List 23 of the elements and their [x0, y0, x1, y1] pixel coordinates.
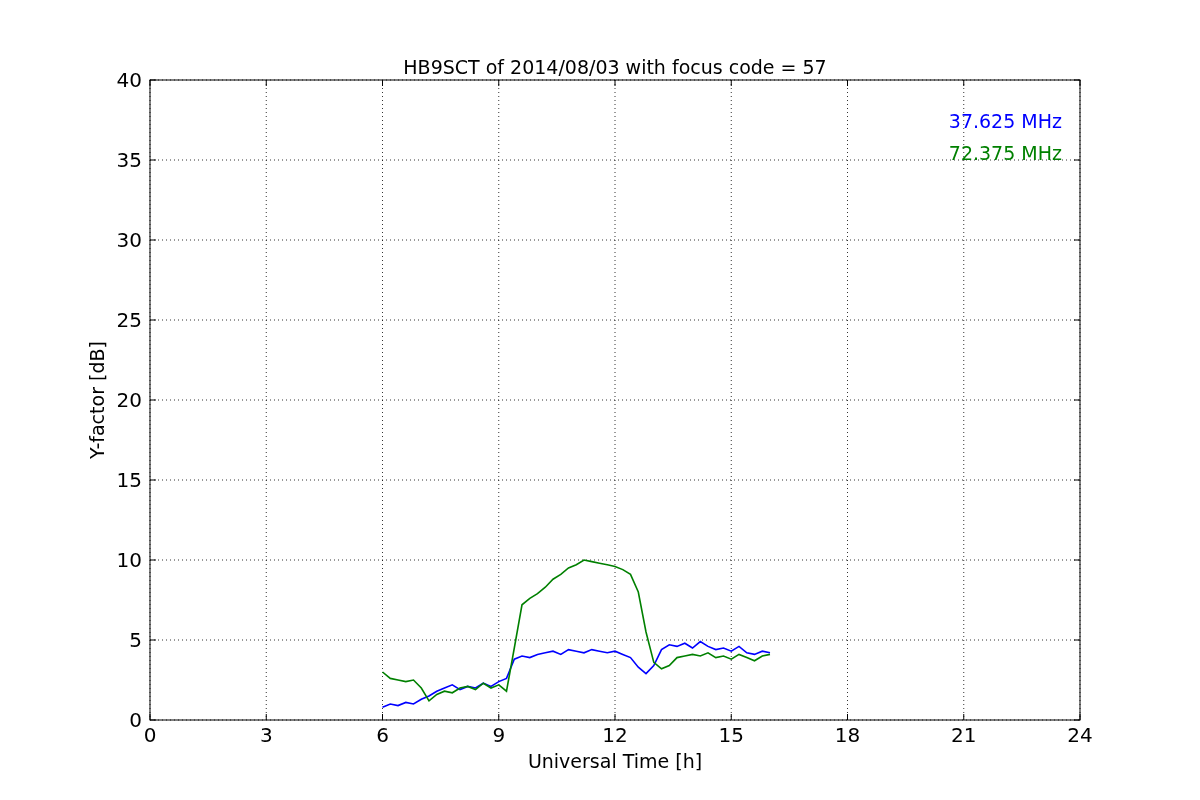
- tick-label: 18: [834, 723, 861, 747]
- tick-label: 12: [602, 723, 628, 747]
- axis-title: Y-factor [dB]: [86, 341, 108, 459]
- tick-label: 5: [129, 628, 142, 652]
- tick-label: 40: [116, 68, 142, 92]
- tick-label: 25: [116, 308, 142, 332]
- tick-label: 15: [116, 468, 142, 492]
- tick-label: 0: [143, 723, 157, 747]
- chart-title: HB9SCT of 2014/08/03 with focus code = 57: [403, 56, 827, 78]
- tick-label: 30: [116, 228, 142, 252]
- tick-label: 0: [129, 708, 142, 732]
- tick-label: 6: [376, 723, 389, 747]
- axis-title: Universal Time [h]: [527, 750, 703, 772]
- tick-label: 24: [1067, 723, 1093, 747]
- legend-label: 37.625 MHz: [948, 110, 1062, 132]
- tick-label: 20: [116, 388, 142, 412]
- tick-label: 15: [718, 723, 744, 747]
- tick-label: 21: [951, 723, 977, 747]
- tick-label: 9: [492, 723, 506, 747]
- tick-label: 3: [259, 723, 273, 747]
- legend-label: 72.375 MHz: [948, 142, 1062, 164]
- tick-label: 35: [116, 148, 142, 172]
- tick-label: 10: [116, 548, 142, 572]
